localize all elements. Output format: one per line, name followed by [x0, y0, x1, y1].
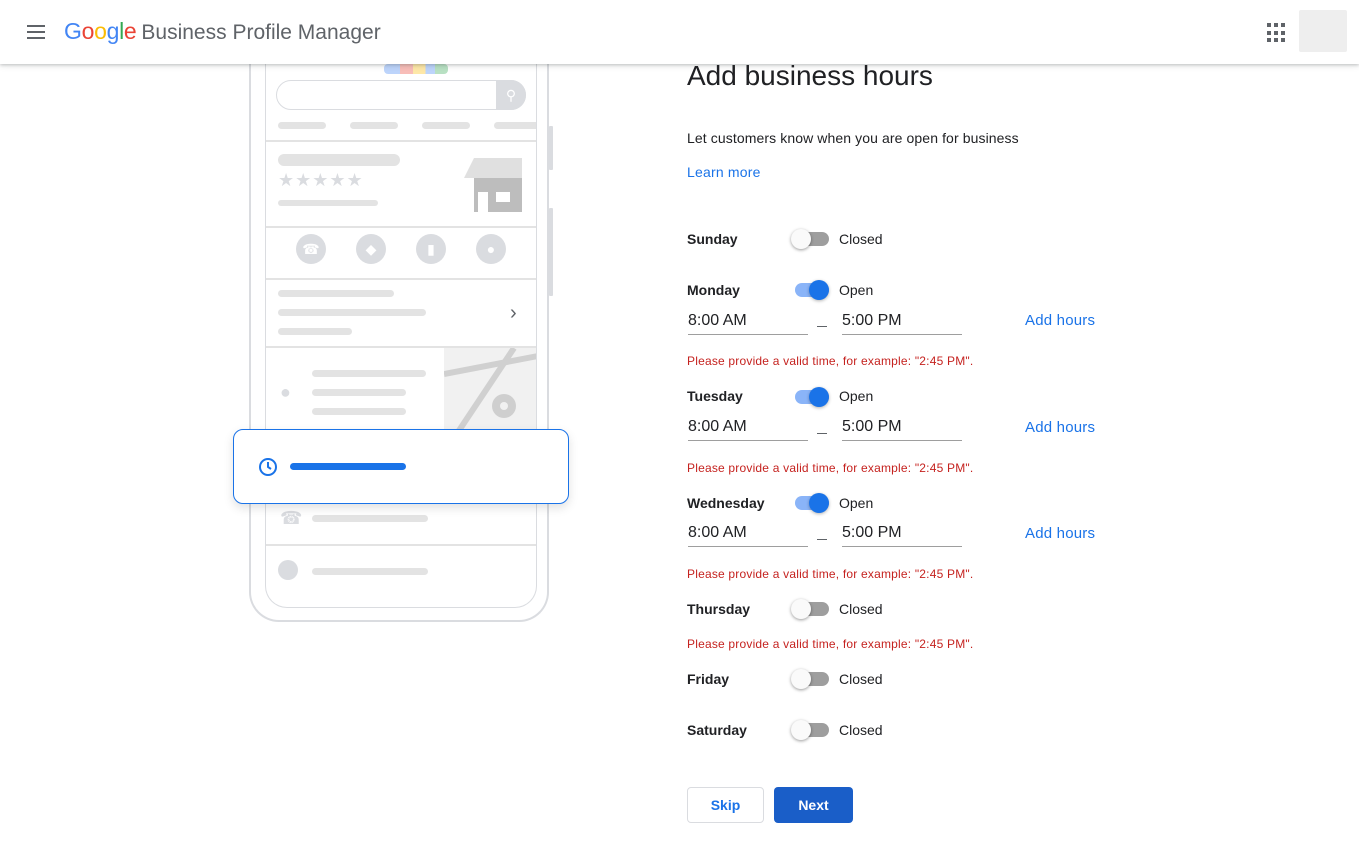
- day-label-saturday: Saturday: [687, 722, 747, 738]
- storefront-icon: [464, 158, 522, 212]
- product-name: Business Profile Manager: [141, 21, 381, 44]
- divider: [266, 278, 536, 280]
- toggle-wednesday[interactable]: [791, 491, 831, 515]
- hours-placeholder-line: [290, 463, 406, 470]
- phone-screen: ⚲ ★★★★★ ☎ ◆ ▮ ● › ● ☎: [265, 20, 537, 608]
- top-app-bar: Google Business Profile Manager: [0, 0, 1359, 64]
- phone-side-button: [549, 208, 553, 296]
- error-message-monday: Please provide a valid time, for example…: [687, 354, 974, 368]
- time-range-dash: [817, 539, 827, 540]
- day-label-friday: Friday: [687, 671, 730, 687]
- toggle-tuesday[interactable]: [791, 385, 831, 409]
- brand-title: Google Business Profile Manager: [64, 18, 381, 48]
- time-range-dash: [817, 433, 827, 434]
- phone-search-bar: ⚲: [276, 80, 526, 110]
- placeholder-line: [350, 122, 398, 129]
- status-saturday: Closed: [839, 722, 883, 738]
- phone-side-button: [549, 126, 553, 170]
- next-button[interactable]: Next: [774, 787, 853, 823]
- bookmark-icon: ▮: [416, 234, 446, 264]
- page-title: Add business hours: [687, 60, 933, 91]
- placeholder-line: [312, 568, 428, 575]
- placeholder-line: [312, 515, 428, 522]
- location-pin-icon: ●: [280, 382, 291, 402]
- placeholder-line: [312, 370, 426, 377]
- divider: [266, 544, 536, 546]
- apps-grid-icon[interactable]: [1264, 20, 1290, 46]
- phone-illustration: ⚲ ★★★★★ ☎ ◆ ▮ ● › ● ☎: [249, 20, 553, 622]
- error-message-wednesday: Please provide a valid time, for example…: [687, 567, 974, 581]
- open-time-input-monday[interactable]: [688, 307, 808, 335]
- toggle-monday[interactable]: [791, 278, 831, 302]
- add-hours-button-wednesday[interactable]: Add hours: [1025, 525, 1095, 542]
- placeholder-line: [278, 200, 378, 206]
- error-message-tuesday: Please provide a valid time, for example…: [687, 461, 974, 475]
- day-label-wednesday: Wednesday: [687, 495, 765, 511]
- toggle-thursday[interactable]: [791, 597, 831, 621]
- placeholder-line: [278, 290, 394, 297]
- skip-button[interactable]: Skip: [687, 787, 764, 823]
- day-label-thursday: Thursday: [687, 601, 751, 617]
- google-logo: Google: [64, 18, 137, 44]
- placeholder-line: [278, 328, 352, 335]
- hours-highlight-card: [233, 429, 569, 504]
- close-time-input-wednesday[interactable]: [842, 519, 962, 547]
- close-time-input-tuesday[interactable]: [842, 413, 962, 441]
- map-thumbnail: [444, 348, 536, 438]
- account-avatar[interactable]: [1299, 10, 1347, 52]
- close-time-input-monday[interactable]: [842, 307, 962, 335]
- open-time-input-tuesday[interactable]: [688, 413, 808, 441]
- toggle-sunday[interactable]: [791, 227, 831, 251]
- placeholder-line: [278, 309, 426, 316]
- page-subtitle: Let customers know when you are open for…: [687, 130, 1019, 146]
- placeholder-line: [422, 122, 470, 129]
- divider: [266, 226, 536, 228]
- error-message-thursday: Please provide a valid time, for example…: [687, 637, 974, 651]
- placeholder-line: [278, 122, 326, 129]
- status-monday: Open: [839, 282, 874, 298]
- status-tuesday: Open: [839, 388, 874, 404]
- status-sunday: Closed: [839, 231, 883, 247]
- day-label-tuesday: Tuesday: [687, 388, 743, 404]
- placeholder-line: [312, 408, 406, 415]
- globe-icon: [278, 560, 298, 580]
- time-range-dash: [817, 326, 827, 327]
- chevron-right-icon: ›: [510, 302, 517, 324]
- hamburger-menu-icon[interactable]: [20, 16, 52, 48]
- rating-stars-icon: ★★★★★: [278, 170, 364, 190]
- add-hours-button-monday[interactable]: Add hours: [1025, 312, 1095, 329]
- add-hours-button-tuesday[interactable]: Add hours: [1025, 419, 1095, 436]
- search-icon: ⚲: [496, 80, 526, 110]
- divider: [266, 140, 536, 142]
- day-label-sunday: Sunday: [687, 231, 738, 247]
- clock-icon: [259, 458, 277, 476]
- open-time-input-wednesday[interactable]: [688, 519, 808, 547]
- day-label-monday: Monday: [687, 282, 740, 298]
- directions-icon: ◆: [356, 234, 386, 264]
- placeholder-line: [494, 122, 536, 129]
- learn-more-link[interactable]: Learn more: [687, 164, 761, 180]
- call-icon: ☎: [296, 234, 326, 264]
- phone-icon: ☎: [280, 508, 303, 528]
- toggle-friday[interactable]: [791, 667, 831, 691]
- phone-logo-placeholder: [384, 64, 448, 74]
- placeholder-line: [312, 389, 406, 396]
- website-icon: ●: [476, 234, 506, 264]
- status-wednesday: Open: [839, 495, 874, 511]
- status-friday: Closed: [839, 671, 883, 687]
- toggle-saturday[interactable]: [791, 718, 831, 742]
- placeholder-line: [278, 154, 400, 166]
- status-thursday: Closed: [839, 601, 883, 617]
